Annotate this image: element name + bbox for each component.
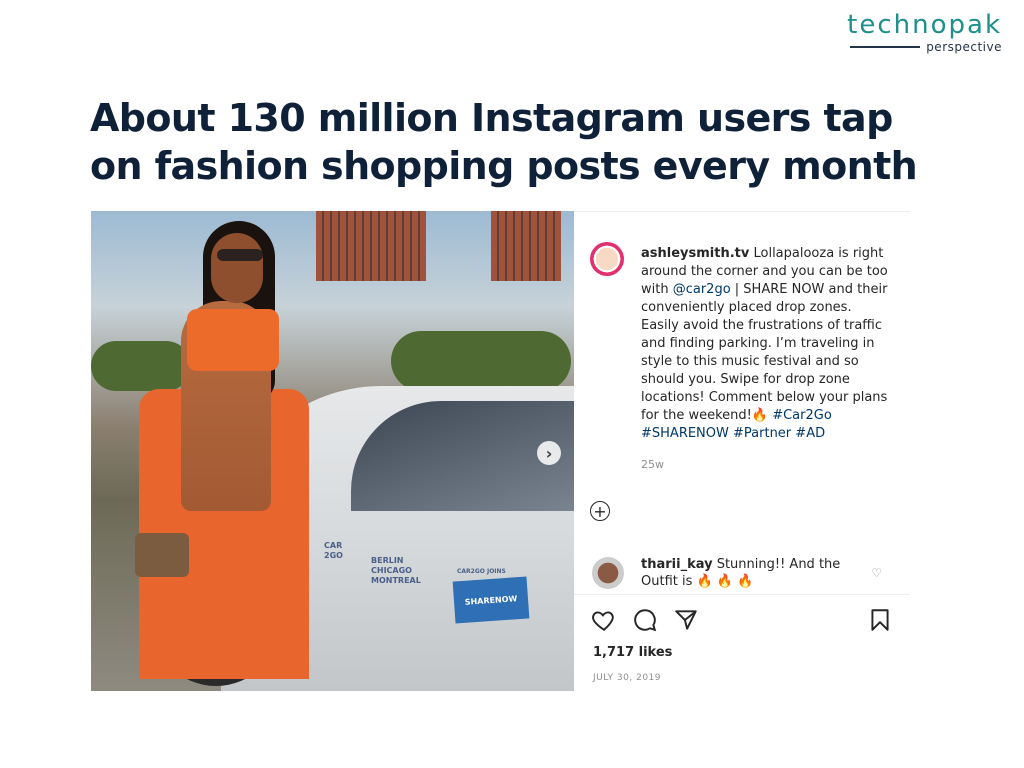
post-caption: ashleysmith.tv Lollapalooza is right aro…	[641, 245, 891, 443]
heart-icon[interactable]	[591, 607, 617, 633]
comment-username[interactable]: tharii_kay	[641, 557, 713, 572]
post-photo[interactable]: CAR 2GO BERLIN CHICAGO MONTREAL CAR2GO J…	[91, 211, 574, 691]
likes-count[interactable]: 1,717 likes	[593, 645, 672, 660]
logo-divider	[850, 46, 921, 48]
hashtag[interactable]: #AD	[795, 426, 825, 441]
post-sidebar: ashleysmith.tv Lollapalooza is right aro…	[574, 211, 910, 692]
caption-username[interactable]: ashleysmith.tv	[641, 246, 749, 261]
comment-avatar[interactable]	[592, 557, 624, 589]
post-time-ago: 25w	[641, 458, 664, 471]
comment: tharii_kay Stunning!! And the Outfit is …	[641, 556, 861, 590]
technopak-logo: technopak perspective	[847, 10, 1002, 54]
background-trees	[391, 331, 571, 391]
plus-circle-icon[interactable]: +	[590, 501, 610, 521]
person-head	[211, 233, 263, 303]
fire-emoji: 🔥	[751, 408, 769, 423]
post-date: JULY 30, 2019	[593, 673, 661, 683]
logo-tagline-row: perspective	[847, 40, 1002, 54]
background-trees	[91, 341, 191, 391]
background-building	[316, 211, 426, 281]
hashtag[interactable]: #SHARENOW	[641, 426, 729, 441]
logo-wordmark: technopak	[847, 10, 1002, 40]
handbag	[135, 533, 189, 577]
hashtag[interactable]: #Partner	[733, 426, 791, 441]
background-building	[491, 211, 561, 281]
caption-text-2: | SHARE NOW and their conveniently place…	[641, 282, 888, 423]
caption-avatar[interactable]	[590, 242, 624, 276]
caption-mention[interactable]: @car2go	[673, 282, 731, 297]
small-heart-icon[interactable]: ♡	[871, 566, 882, 580]
chevron-right-icon[interactable]: ›	[537, 441, 561, 465]
comment-icon[interactable]	[632, 607, 658, 633]
sharenow-badge: SHARENOW	[452, 576, 530, 624]
slide-headline: About 130 million Instagram users tap on…	[90, 96, 918, 188]
post-actions: 1,717 likes JULY 30, 2019	[574, 594, 910, 693]
comment-emojis: 🔥 🔥 🔥	[696, 574, 754, 589]
bookmark-icon[interactable]	[867, 607, 893, 633]
send-icon[interactable]	[673, 607, 699, 633]
person-top	[187, 309, 279, 371]
logo-tagline: perspective	[926, 40, 1002, 54]
car-decal: CAR 2GO	[324, 541, 343, 560]
hashtag[interactable]: #Car2Go	[772, 408, 832, 423]
car-decal-small: CAR2GO JOINS	[457, 568, 506, 575]
car-decal-cities: BERLIN CHICAGO MONTREAL	[371, 556, 421, 585]
sunglasses	[217, 249, 263, 261]
instagram-post: CAR 2GO BERLIN CHICAGO MONTREAL CAR2GO J…	[91, 211, 910, 692]
